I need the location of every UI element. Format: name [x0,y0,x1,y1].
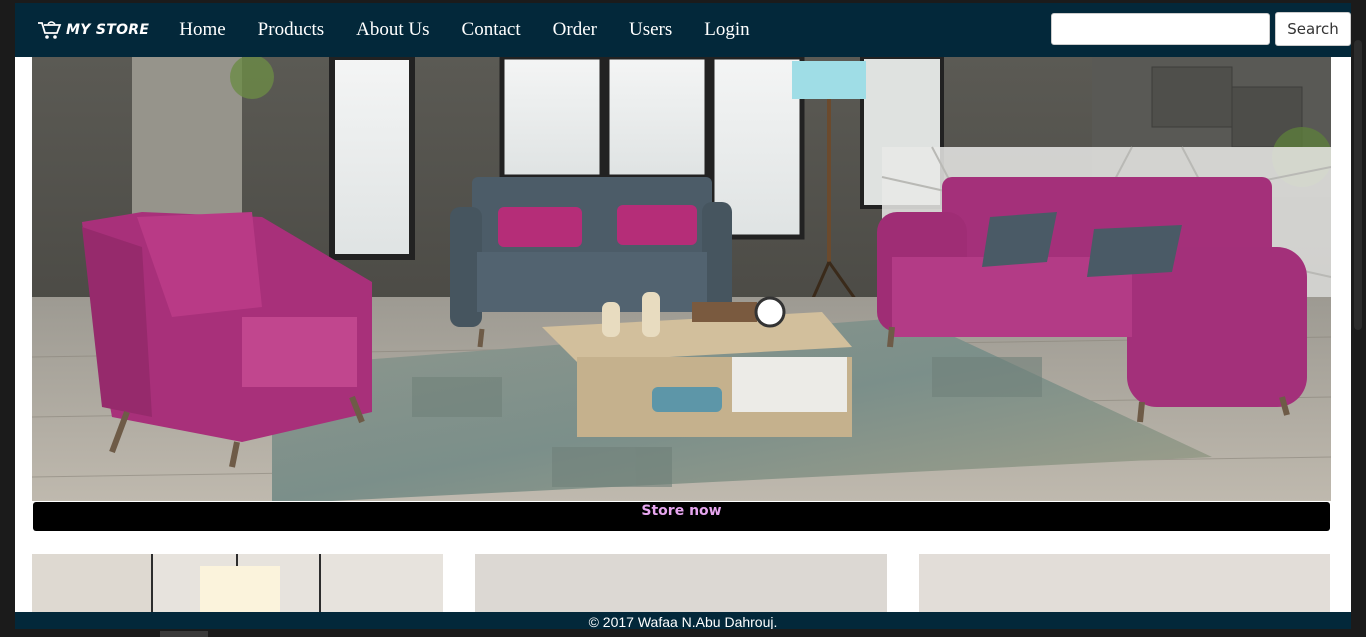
search-form: Search [1051,12,1351,46]
product-card-3[interactable] [919,554,1330,614]
brand-logo[interactable]: MY STORE [37,20,149,40]
search-input[interactable] [1051,13,1270,45]
nav-order[interactable]: Order [537,3,613,57]
nav-products[interactable]: Products [242,3,341,57]
product-image-1 [32,554,443,614]
nav-contact[interactable]: Contact [446,3,537,57]
nav-users[interactable]: Users [613,3,688,57]
nav-login[interactable]: Login [688,3,765,57]
product-image-2 [475,554,887,614]
nav-home[interactable]: Home [163,3,241,57]
scrollbar-thumb[interactable] [1354,40,1362,330]
search-button[interactable]: Search [1275,12,1351,46]
cart-icon [38,21,62,39]
navbar: MY STORE Home Products About Us Contact … [15,3,1351,57]
store-now-label: Store now [641,503,722,519]
bottom-tab [160,631,208,637]
brand-name: MY STORE [66,22,150,38]
nav-about-us[interactable]: About Us [340,3,445,57]
product-image-3 [919,554,1330,614]
living-room-image [32,57,1331,501]
product-card-2[interactable] [475,554,887,614]
product-card-1[interactable] [32,554,443,614]
page: MY STORE Home Products About Us Contact … [15,3,1351,637]
hero-image [32,57,1331,501]
footer-copyright: © 2017 Wafaa N.Abu Dahrouj. [588,614,778,630]
store-now-button[interactable]: Store now [33,502,1330,531]
